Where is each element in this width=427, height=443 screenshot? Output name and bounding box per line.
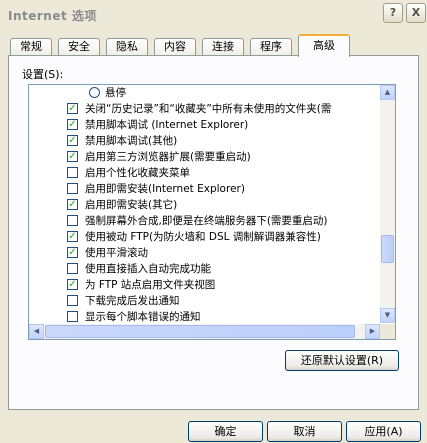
checkbox-unchecked[interactable] [67,215,78,226]
checkbox-checked[interactable]: ✓ [67,103,78,114]
checkbox-checked[interactable]: ✓ [67,247,78,258]
scroll-right-icon[interactable]: ▶ [365,324,380,339]
item-label: 使用平滑滚动 [85,247,148,259]
settings-label: 设置(S): [22,68,64,81]
tab-content[interactable]: 内容 [154,38,196,56]
checkbox-checked[interactable]: ✓ [67,199,78,210]
item-label: 悬停 [105,87,126,99]
tab-security[interactable]: 安全 [58,38,100,56]
vertical-scroll-thumb[interactable] [381,235,394,263]
settings-list[interactable]: 悬停 ✓ 关闭“历史记录”和“收藏夹”中所有未使用的文件夹(需 ✓ 禁用脚本调试… [28,84,396,340]
item-label: 下载完成后发出通知 [85,295,180,307]
checkbox-unchecked[interactable] [67,295,78,306]
tab-advanced[interactable]: 高级 [298,34,350,57]
ok-button[interactable]: 确定 [188,421,263,442]
item-label: 使用直接插入自动完成功能 [85,263,211,275]
item-label: 启用即需安装(Internet Explorer) [85,183,245,195]
checkbox-checked[interactable]: ✓ [67,119,78,130]
cancel-button[interactable]: 取消 [267,421,342,442]
item-label: 启用第三方浏览器扩展(需要重启动) [85,151,251,163]
item-label: 显示每个脚本错误的通知 [85,311,201,323]
horizontal-scroll-thumb[interactable] [45,325,355,338]
tab-privacy[interactable]: 隐私 [106,38,148,56]
scroll-down-icon[interactable]: ▼ [380,308,395,323]
item-label: 启用即需安装(其它) [85,199,178,211]
tab-connections[interactable]: 连接 [202,38,244,56]
item-label: 为 FTP 站点启用文件夹视图 [85,279,216,291]
item-label: 启用个性化收藏夹菜单 [85,167,190,179]
horizontal-scrollbar[interactable]: ◀ ▶ [29,324,380,339]
apply-button[interactable]: 应用(A) [346,421,421,442]
checkbox-checked[interactable]: ✓ [67,135,78,146]
item-label: 禁用脚本调试(其他) [85,135,178,147]
checkbox-unchecked[interactable] [67,167,78,178]
tab-general[interactable]: 常规 [10,38,52,56]
tab-programs[interactable]: 程序 [250,38,292,56]
checkbox-unchecked[interactable] [67,311,78,322]
close-button[interactable]: X [406,3,426,23]
item-label: 禁用脚本调试 (Internet Explorer) [85,119,249,131]
checkbox-checked[interactable]: ✓ [67,151,78,162]
checkbox-checked[interactable]: ✓ [67,279,78,290]
checkbox-unchecked[interactable] [67,183,78,194]
item-label: 强制屏幕外合成,即便是在终端服务器下(需要重启动) [85,215,328,227]
scroll-up-icon[interactable]: ▲ [380,85,395,100]
checkbox-unchecked[interactable] [67,263,78,274]
tab-strip: 常规 安全 隐私 内容 连接 程序 高级 [8,34,420,57]
radio-button[interactable] [89,87,100,98]
restore-defaults-button[interactable]: 还原默认设置(R) [285,350,399,371]
item-label: 关闭“历史记录”和“收藏夹”中所有未使用的文件夹(需 [85,103,332,115]
window-title: Internet 选项 [8,9,97,23]
checkbox-checked[interactable]: ✓ [67,231,78,242]
item-label: 使用被动 FTP(为防火墙和 DSL 调制解调器兼容性) [85,231,321,243]
help-button[interactable]: ? [383,3,403,23]
vertical-scrollbar[interactable]: ▲ ▼ [380,85,395,323]
scroll-corner [380,324,395,339]
title-bar: Internet 选项 ? X [0,0,427,28]
scroll-left-icon[interactable]: ◀ [29,324,44,339]
